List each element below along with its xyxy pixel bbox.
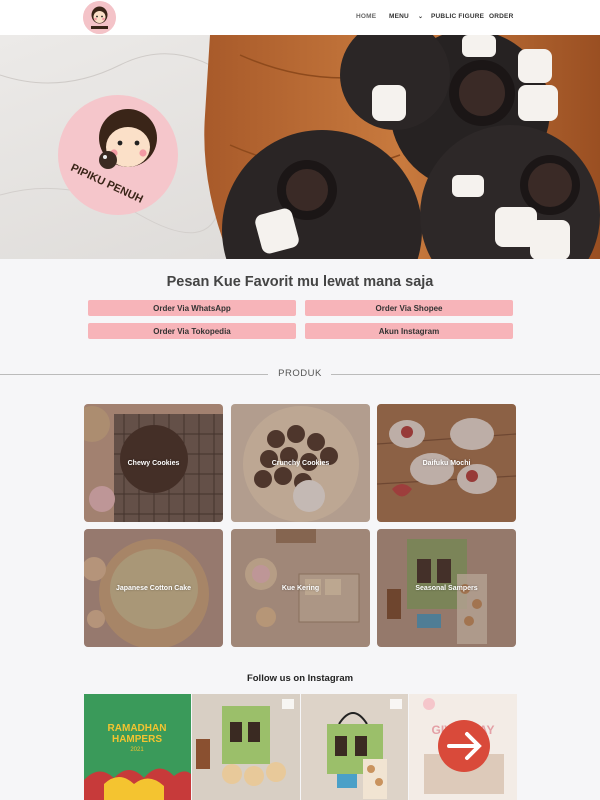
product-tile-daifuku-mochi[interactable]: Daifuku Mochi: [377, 404, 516, 522]
product-label: Kue Kering: [281, 584, 320, 592]
ramadhan-line2: HAMPERS: [112, 734, 162, 745]
chevron-down-icon: ⌄: [417, 14, 424, 20]
product-tile-chewy-cookies[interactable]: Chewy Cookies: [84, 404, 223, 522]
instagram-post-hampers-2[interactable]: [301, 694, 408, 800]
product-label: Chewy Cookies: [127, 459, 180, 467]
nav-public-figure[interactable]: PUBLIC FIGURE: [431, 13, 484, 20]
produk-heading: PRODUK: [278, 368, 322, 379]
instagram-post-ramadhan[interactable]: RAMADHAN HAMPERS 2021: [84, 694, 191, 800]
order-title: Pesan Kue Favorit mu lewat mana saja: [166, 274, 434, 290]
ramadhan-line3: 2021: [130, 747, 144, 753]
product-tile-kue-kering[interactable]: Kue Kering: [231, 529, 370, 647]
instagram-title: Follow us on Instagram: [246, 673, 354, 684]
product-tile-seasonal-sampers[interactable]: Seasonal Sampers: [377, 529, 516, 647]
instagram-account-button[interactable]: Akun Instagram: [305, 323, 513, 339]
order-tokopedia-button[interactable]: Order Via Tokopedia: [88, 323, 296, 339]
product-label: Crunchy Cookies: [271, 459, 330, 467]
product-label: Daifuku Mochi: [422, 459, 471, 467]
instagram-post-hampers-1[interactable]: [192, 694, 300, 800]
product-tile-crunchy-cookies[interactable]: Crunchy Cookies: [231, 404, 370, 522]
hero-banner: PIPIKU PENUH: [0, 35, 600, 259]
logo-icon[interactable]: [83, 1, 116, 34]
site-header: HOME MENU ⌄ PUBLIC FIGURE ORDER: [0, 0, 600, 35]
order-whatsapp-button[interactable]: Order Via WhatsApp: [88, 300, 296, 316]
order-shopee-button[interactable]: Order Via Shopee: [305, 300, 513, 316]
product-tile-japanese-cotton-cake[interactable]: Japanese Cotton Cake: [84, 529, 223, 647]
nav-home[interactable]: HOME: [356, 13, 376, 20]
ramadhan-line1: RAMADHAN: [108, 723, 167, 734]
instagram-post-giveaway[interactable]: GIVEAWAY: [409, 694, 517, 800]
nav-menu[interactable]: MENU ⌄: [389, 13, 423, 20]
nav-order[interactable]: ORDER: [489, 13, 513, 20]
nav-menu-label: MENU: [389, 13, 409, 20]
product-label: Japanese Cotton Cake: [115, 584, 192, 592]
product-label: Seasonal Sampers: [415, 584, 478, 592]
